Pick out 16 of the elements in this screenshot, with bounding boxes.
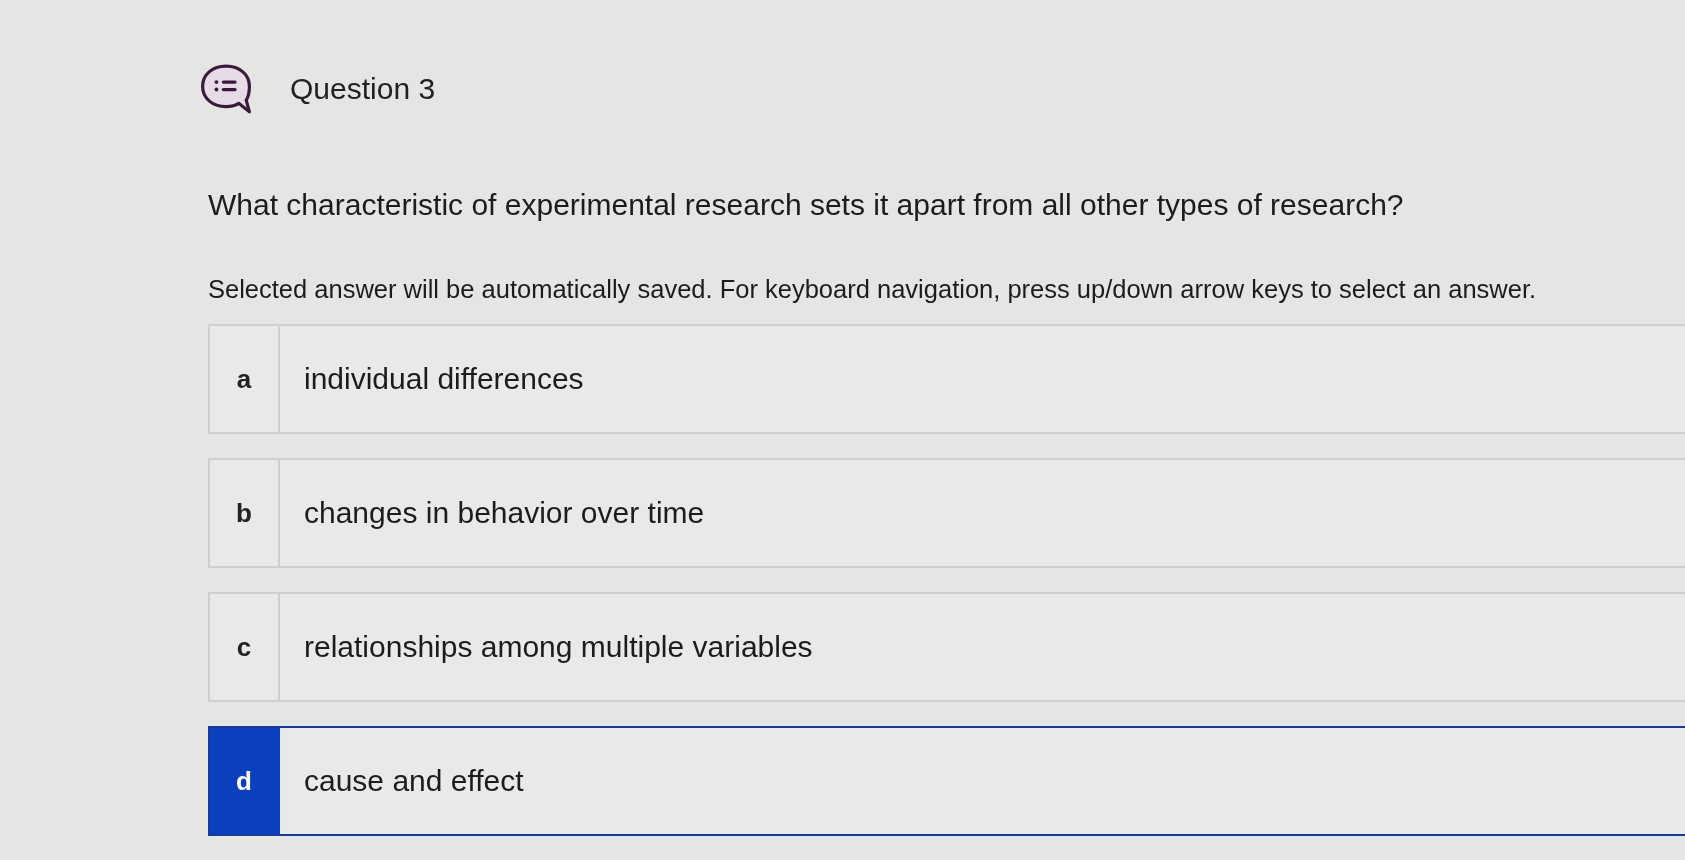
question-title: Question 3 xyxy=(290,72,436,106)
option-letter: b xyxy=(210,460,280,566)
question-text: What characteristic of experimental research sets it apart from all other types of research? xyxy=(208,188,1405,222)
answer-option[interactable]: d cause and effect xyxy=(208,726,1685,836)
option-text: individual differences xyxy=(303,361,584,397)
answer-option[interactable]: b changes in behavior over time xyxy=(208,458,1685,568)
answer-option[interactable]: a individual differences xyxy=(208,324,1685,434)
answer-option[interactable]: c relationships among multiple variables xyxy=(208,592,1685,702)
instruction-text: Selected answer will be automatically saved. For keyboard navigation, press up/down arrow keys to select an answer. xyxy=(208,274,1538,304)
option-text: relationships among multiple variables xyxy=(303,629,813,665)
option-text: changes in behavior over time xyxy=(303,495,705,531)
option-letter: c xyxy=(210,594,280,700)
question-bubble-icon xyxy=(200,64,252,114)
option-text: cause and effect xyxy=(303,763,524,799)
option-letter: d xyxy=(210,728,280,834)
option-letter: a xyxy=(210,326,280,432)
